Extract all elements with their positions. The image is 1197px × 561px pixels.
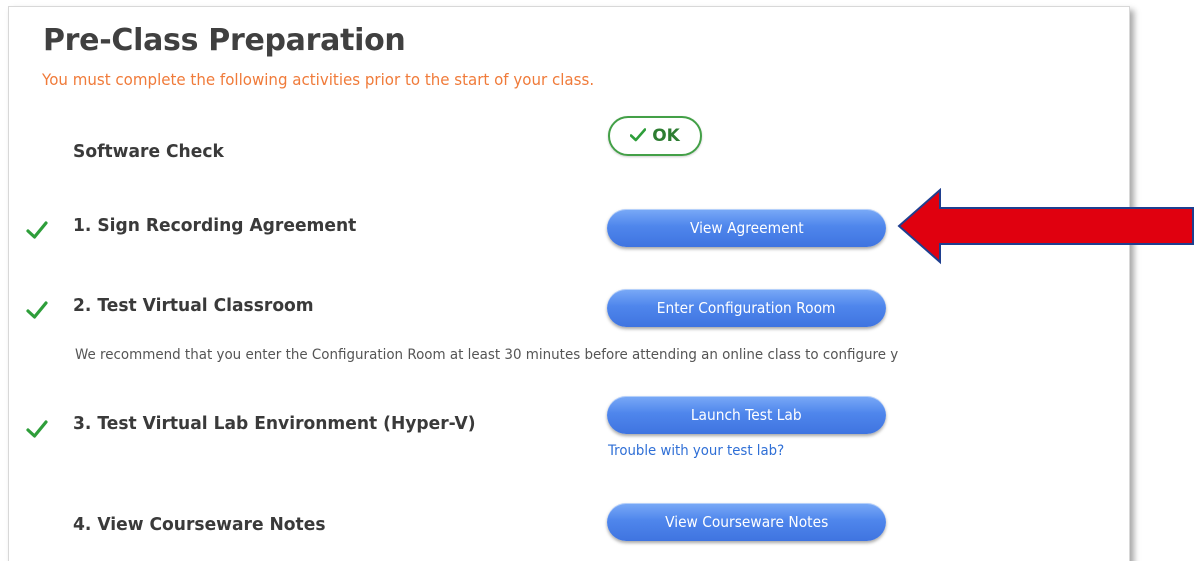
view-courseware-notes-button-label: View Courseware Notes — [664, 513, 829, 531]
page-title: Pre-Class Preparation — [43, 23, 406, 58]
launch-test-lab-button-label: Launch Test Lab — [691, 406, 802, 424]
page-subtitle: You must complete the following activiti… — [42, 70, 595, 89]
test-lab-trouble-link[interactable]: Trouble with your test lab? — [608, 443, 784, 459]
enter-configuration-room-button[interactable]: Enter Configuration Room — [607, 289, 886, 327]
enter-configuration-room-button-label: Enter Configuration Room — [657, 299, 836, 317]
pre-class-panel: Pre-Class Preparation You must complete … — [8, 6, 1130, 561]
check-icon — [629, 127, 647, 146]
check-icon — [26, 299, 48, 321]
view-agreement-button-label: View Agreement — [689, 219, 804, 237]
launch-test-lab-button[interactable]: Launch Test Lab — [607, 396, 886, 434]
software-check-status-text: OK — [652, 126, 680, 146]
item-test-virtual-lab-label: 3. Test Virtual Lab Environment (Hyper-V… — [73, 413, 476, 434]
arrow-left-icon — [896, 187, 1196, 268]
item-view-courseware-notes-label: 4. View Courseware Notes — [73, 514, 326, 535]
item-test-virtual-classroom-label: 2. Test Virtual Classroom — [73, 295, 314, 316]
software-check-label: Software Check — [73, 141, 224, 162]
screenshot-stage: Pre-Class Preparation You must complete … — [0, 0, 1197, 561]
check-icon — [26, 418, 48, 440]
check-icon — [26, 219, 48, 241]
view-agreement-button[interactable]: View Agreement — [607, 209, 886, 247]
view-courseware-notes-button[interactable]: View Courseware Notes — [607, 503, 886, 541]
software-check-status-badge: OK — [608, 116, 702, 156]
item-sign-recording-agreement-label: 1. Sign Recording Agreement — [73, 215, 357, 236]
configuration-room-note: We recommend that you enter the Configur… — [75, 347, 899, 363]
